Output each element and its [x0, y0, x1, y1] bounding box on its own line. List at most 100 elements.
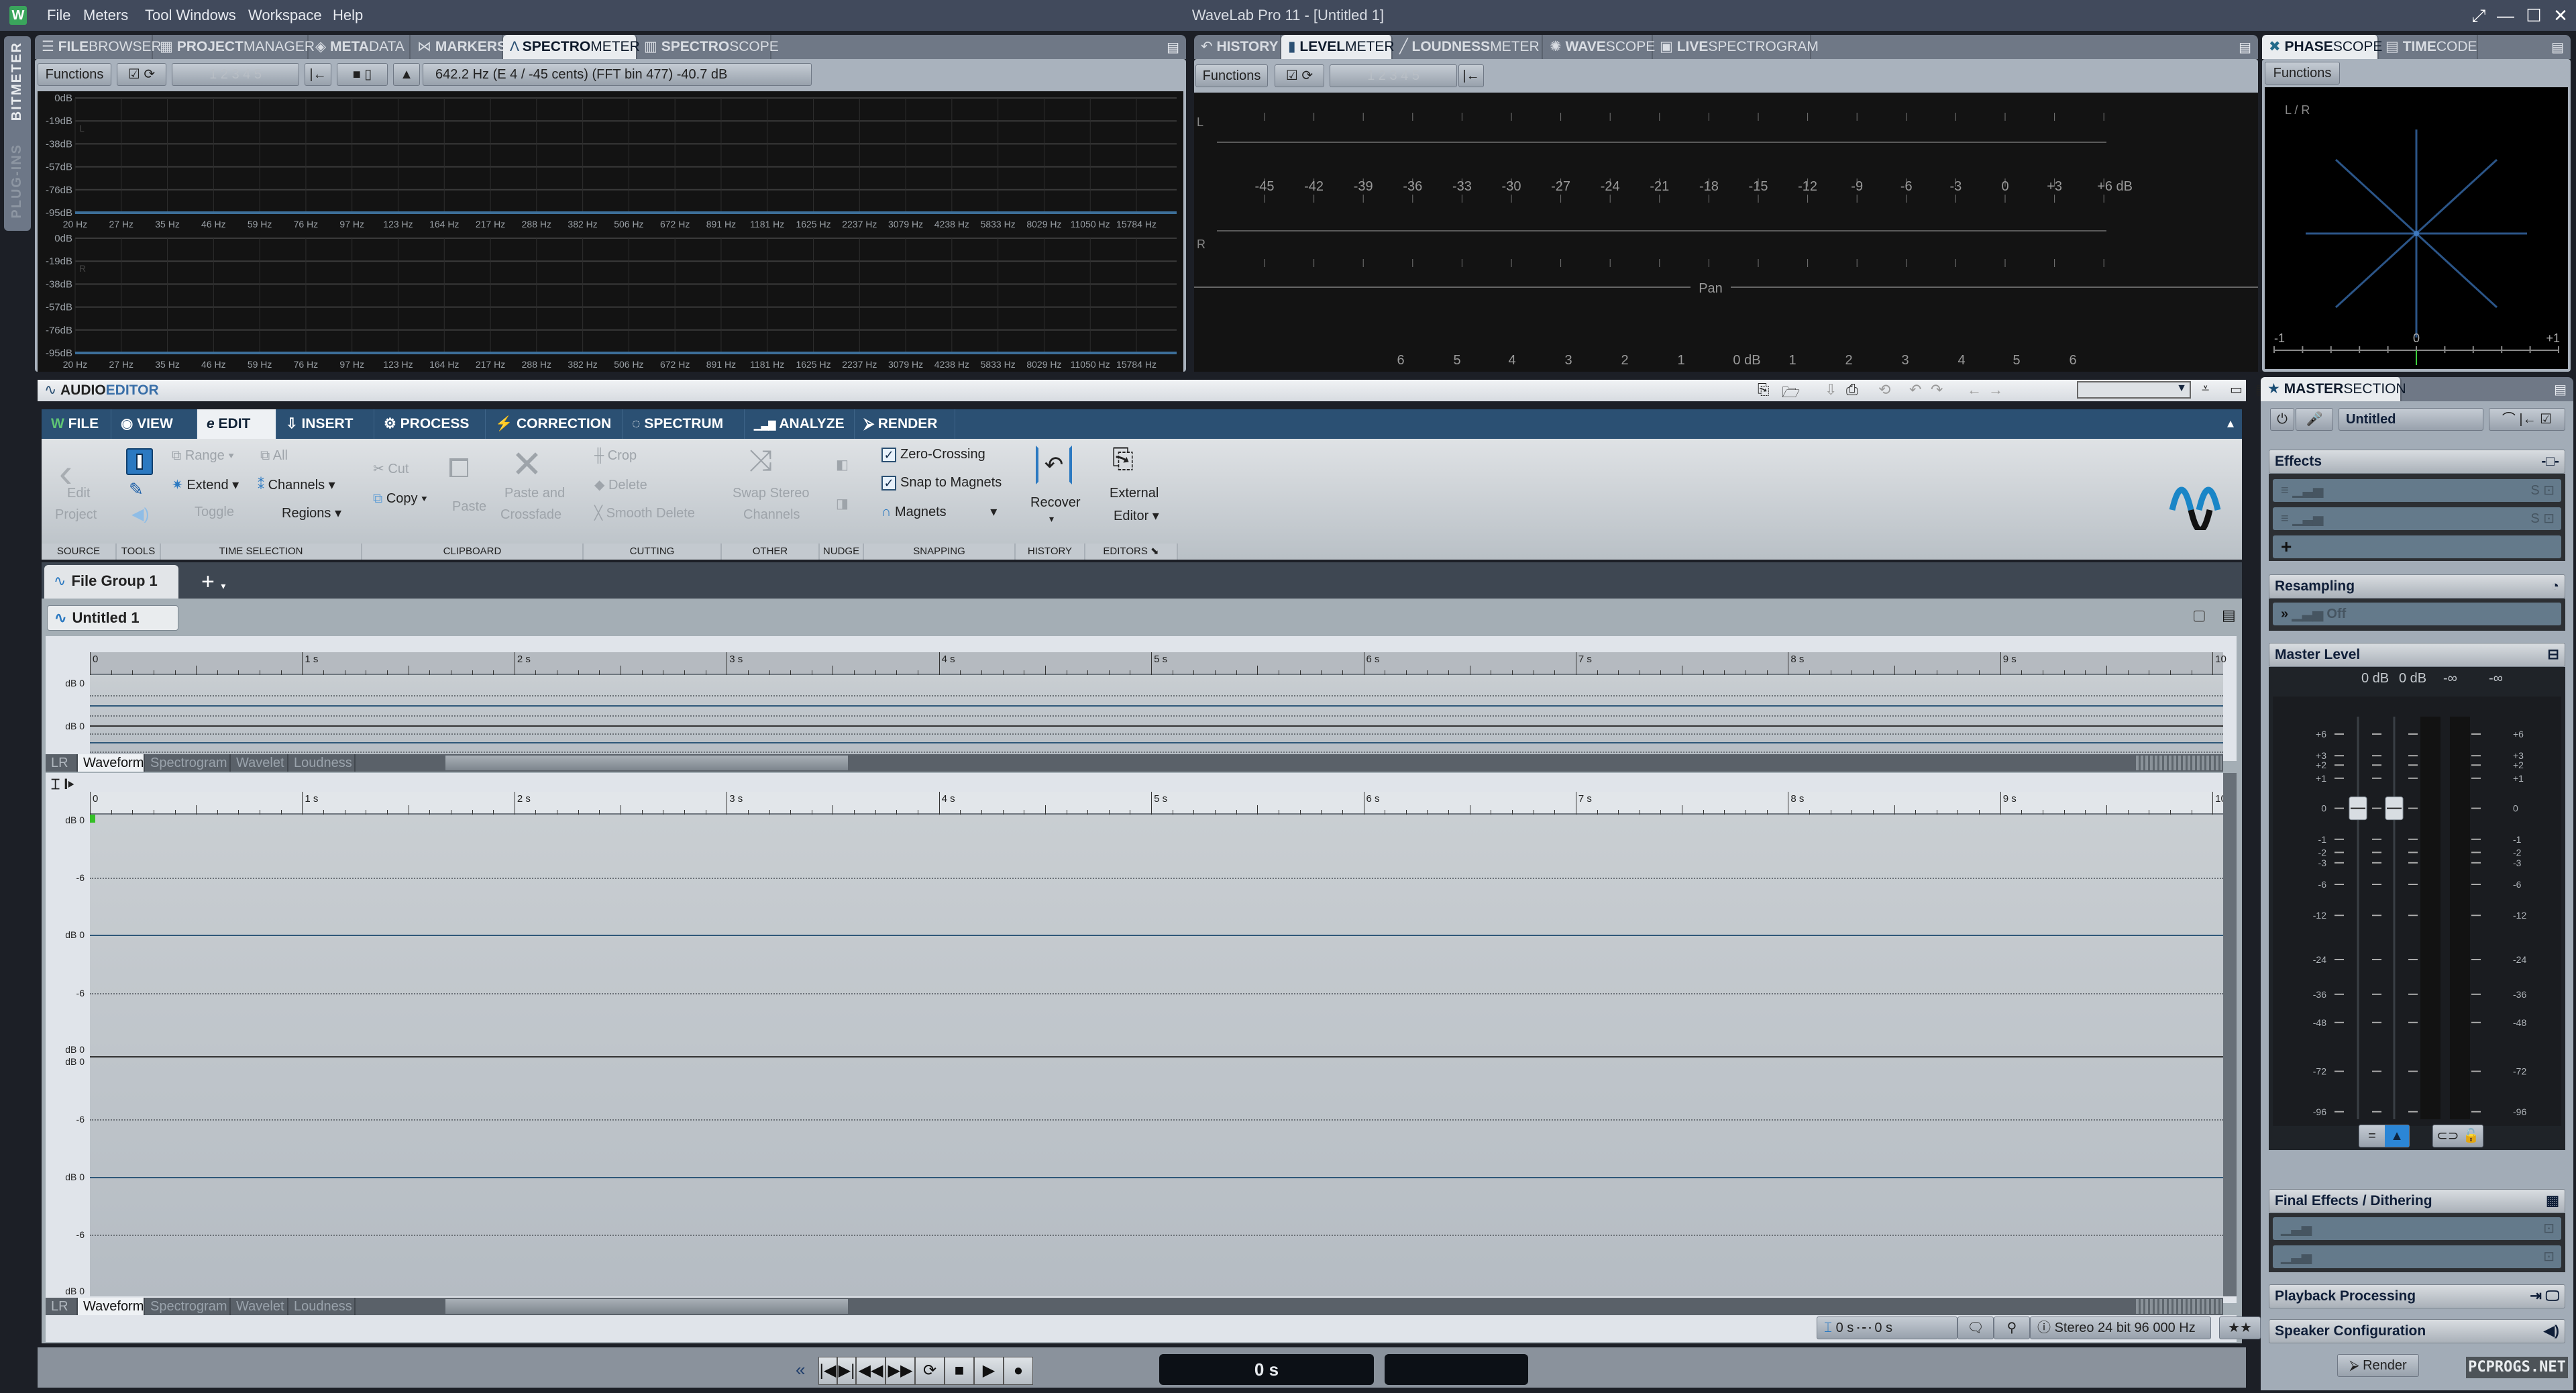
zoom-slider[interactable] [2136, 1299, 2222, 1314]
tab-markers[interactable]: ⋈ MARKERS [411, 35, 506, 59]
loop-button[interactable]: ⟳ [915, 1357, 945, 1385]
rewind-button[interactable]: ◀◀ [856, 1357, 885, 1385]
reset-icon[interactable]: |← [1458, 64, 1484, 87]
zoom-icon[interactable]: ⚲ [1994, 1317, 2030, 1339]
collapse-transport-icon[interactable]: « [796, 1359, 805, 1380]
close-icon[interactable]: ✕ [2549, 4, 2572, 27]
file-group-tab[interactable]: ∿ File Group 1 [44, 565, 178, 599]
main-scrollbar[interactable] [445, 1299, 848, 1314]
panel-layout-icon[interactable]: ▤ [2239, 39, 2251, 56]
favorites-icon[interactable]: ★★ [2219, 1317, 2261, 1339]
go-to-start-button[interactable]: |◀ [818, 1357, 837, 1385]
undo-icon[interactable]: ↶ [1909, 381, 1921, 399]
resampling-header[interactable]: Resampling ◔ [2269, 574, 2565, 599]
plugins-tab[interactable]: PLUG-INS [9, 144, 25, 219]
smooth-delete-button[interactable]: ╳ Smooth Delete [594, 505, 695, 521]
minimize-icon[interactable]: — [2494, 4, 2517, 27]
zero-crossing-checkbox[interactable]: ✓ Zero-Crossing [881, 447, 985, 462]
regions-button[interactable]: Regions ▾ [282, 505, 341, 521]
snapshot-icon[interactable]: ■ ▯ [337, 63, 388, 86]
power-icon[interactable]: ⏻ [2270, 408, 2294, 431]
swap-stereo-button[interactable]: Swap Stereo [733, 486, 810, 501]
tab-livespectrogram[interactable]: ▣ LIVESPECTROGRAM [1653, 35, 1819, 59]
open-folder-icon[interactable]: 🗁 [1782, 381, 1800, 407]
ribbon-tab-analyze[interactable]: ▁▃▇ ANALYZE [745, 409, 855, 439]
view-tab-spectrogram[interactable]: Spectrogram [145, 1298, 231, 1315]
functions-button[interactable]: Functions [38, 63, 111, 86]
toggle-button[interactable]: Toggle [195, 505, 234, 520]
link-lock-buttons[interactable]: ⊂⊃ 🔓 [2432, 1125, 2483, 1147]
freeze-refresh-buttons[interactable]: ☑ ⟳ [1275, 64, 1324, 87]
cursor-position[interactable]: ⌶ 0 s ┅ 0 s [1817, 1317, 1957, 1339]
tab-projectmanager[interactable]: ▦ PROJECTMANAGER [153, 35, 315, 59]
speaker-configuration-header[interactable]: Speaker Configuration ◀) [2269, 1319, 2565, 1343]
main-timeline-ruler[interactable]: 01 s2 s3 s4 s5 s6 s7 s8 s9 s 10 [90, 792, 2226, 815]
tab-levelmeter[interactable]: ▮ LEVELMETER [1281, 35, 1395, 59]
extend-button[interactable]: ✷ Extend ▾ [172, 476, 239, 493]
view-tab-loudness[interactable]: Loudness [288, 1298, 356, 1315]
tab-spectrometer[interactable]: Λ SPECTROMETER [503, 35, 640, 59]
functions-button[interactable]: Functions [1195, 64, 1268, 87]
view-tab-wavelet[interactable]: Wavelet [231, 754, 288, 772]
fast-forward-button[interactable]: ▶▶ [885, 1357, 915, 1385]
time-display[interactable]: 0 s [1159, 1354, 1374, 1385]
range-button[interactable]: ⧉ Range ▾ [172, 448, 234, 464]
maximize-icon[interactable]: ☐ [2522, 4, 2545, 27]
resampling-slot[interactable]: » ▁▃▅ Off [2273, 603, 2561, 625]
play-button[interactable]: ▶ [974, 1357, 1004, 1385]
overview-timeline-ruler[interactable]: 0 1 s 2 s 3 s 4 s 5 s 6 s 7 s 8 s 9 s 10 [90, 652, 2226, 675]
preset-slots[interactable]: 1 2 3 4 5 [1330, 64, 1457, 87]
zoom-slider[interactable] [2136, 756, 2222, 770]
maximize-doc-icon[interactable]: ▢ [2192, 607, 2206, 624]
channel-lr-toggle[interactable]: LR [46, 754, 78, 772]
nudge-right-button[interactable]: ◨ [836, 495, 849, 512]
tab-filebrowser[interactable]: ☰ FILEBROWSER [35, 35, 162, 59]
crop-button[interactable]: ╫ Crop [594, 448, 637, 464]
ribbon-tab-process[interactable]: ⚙ PROCESS [374, 409, 486, 439]
freeze-refresh-buttons[interactable]: ☑ ⟳ [117, 63, 166, 86]
edit-project-button[interactable]: Edit [67, 486, 90, 501]
zoom-preset-dropdown[interactable]: ▼ [2077, 381, 2191, 399]
final-effect-slot-2[interactable]: ▁▃▅ ⊡ [2273, 1245, 2561, 1268]
external-editor-button[interactable]: External [1110, 486, 1159, 501]
preset-actions[interactable]: ⌒ |← ☑ [2489, 408, 2565, 431]
new-file-icon[interactable]: ⎘ [1758, 381, 1770, 399]
record-button[interactable]: ● [1004, 1357, 1033, 1385]
add-file-group-button[interactable]: + ▾ [201, 569, 225, 595]
tab-master-section[interactable]: ★ MASTERSECTION [2261, 377, 2406, 401]
tab-timecode[interactable]: ▤ TIMECODE [2379, 35, 2478, 59]
forward-icon[interactable]: → [1988, 381, 2003, 399]
markers-view-icon[interactable]: 🗨 [1957, 1317, 1994, 1339]
pencil-tool-icon[interactable]: ✎ [129, 479, 144, 500]
recover-button[interactable]: Recover ▾ [1030, 495, 1080, 526]
image-icon[interactable]: ▲ [393, 63, 420, 86]
tab-metadata[interactable]: ◈ METADATA [309, 35, 411, 59]
panel-layout-icon[interactable]: ▤ [2551, 39, 2564, 56]
go-to-end-button[interactable]: ▶| [837, 1357, 856, 1385]
cut-button[interactable]: ✂ Cut [373, 460, 409, 477]
time-selection-tool[interactable] [126, 448, 153, 475]
effect-slot-1[interactable]: ≡ ▁▃▅ S ⊡ [2273, 479, 2561, 502]
functions-button[interactable]: Functions [2265, 62, 2340, 85]
add-effect-button[interactable]: + [2273, 535, 2561, 558]
tab-phasescope[interactable]: ✖ PHASESCOPE [2262, 35, 2382, 59]
ribbon-tab-insert[interactable]: ⇩ INSERT [276, 409, 374, 439]
final-effect-slot-1[interactable]: ▁▃▅ ⊡ [2273, 1217, 2561, 1240]
cursor-mode-icon[interactable]: ⌶ I▸ [51, 776, 74, 793]
final-effects-header[interactable]: Final Effects / Dithering ▦ [2269, 1189, 2565, 1213]
render-button[interactable]: ⮚ Render [2337, 1354, 2419, 1377]
ribbon-tab-file[interactable]: W FILE [42, 409, 111, 439]
effect-slot-2[interactable]: ≡ ▁▃▅ S ⊡ [2273, 507, 2561, 530]
secondary-time-display[interactable] [1385, 1354, 1528, 1385]
tab-loudnessmeter[interactable]: ╱ LOUDNESSMETER [1393, 35, 1543, 59]
paste-button[interactable]: Paste [452, 499, 486, 515]
playback-processing-header[interactable]: Playback Processing ⇥ 🖵 [2269, 1284, 2565, 1308]
view-tab-wavelet[interactable]: Wavelet [231, 1298, 288, 1315]
effects-header[interactable]: Effects -□- [2269, 450, 2565, 474]
view-tab-waveform[interactable]: Waveform [78, 754, 145, 772]
menu-file[interactable]: File [47, 0, 70, 31]
ribbon-tab-edit[interactable]: e EDIT [197, 409, 276, 439]
options-dropdown-icon[interactable]: ⩡ [2202, 381, 2209, 397]
tab-spectroscope[interactable]: ▥ SPECTROSCOPE [637, 35, 779, 59]
channel-lr-toggle[interactable]: LR [46, 1298, 78, 1315]
